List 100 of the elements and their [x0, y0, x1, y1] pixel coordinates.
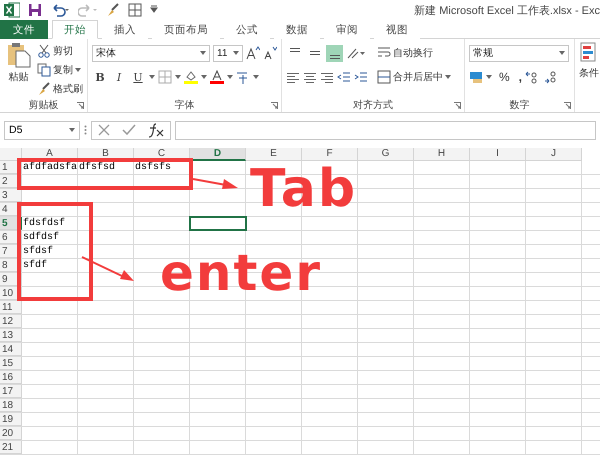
save-icon[interactable]	[28, 3, 42, 17]
table-cell-text: sdfdsf	[22, 231, 60, 244]
excel-logo-icon[interactable]	[4, 2, 20, 18]
bold-button[interactable]: B	[92, 70, 108, 84]
caret-icon	[233, 51, 239, 55]
caret-icon	[559, 51, 565, 55]
ribbon-tab[interactable]: 开始	[52, 20, 98, 39]
italic-button[interactable]: I	[111, 70, 127, 84]
vertical-align-icon	[330, 54, 340, 58]
row-header[interactable]: 17	[0, 385, 22, 398]
caret-icon	[200, 51, 206, 55]
select-all-corner[interactable]	[0, 148, 22, 161]
check-icon[interactable]	[122, 123, 136, 137]
row-header[interactable]: 12	[0, 315, 22, 328]
dialog-launcher-icon[interactable]	[271, 102, 278, 109]
caret-icon	[75, 68, 81, 72]
group-label: 剪贴板	[28, 98, 58, 112]
merge-center-button[interactable]: 合并后居中	[377, 68, 451, 86]
group-label: 字体	[174, 98, 194, 112]
cut-button[interactable]: 剪切	[37, 42, 83, 59]
column-header[interactable]: F	[302, 148, 358, 161]
shrink-font-icon[interactable]	[263, 46, 277, 60]
increase-indent-icon[interactable]	[354, 70, 368, 84]
align-right-icon[interactable]	[320, 70, 334, 84]
font-size-select[interactable]: 11	[213, 44, 243, 62]
file-tab[interactable]: 文件	[0, 20, 48, 39]
caret-icon	[69, 128, 75, 132]
copy-button[interactable]: 复制	[37, 61, 83, 78]
table-cell-text: sfdsf	[22, 245, 54, 258]
caret-icon	[445, 75, 451, 79]
row-header[interactable]: 16	[0, 371, 22, 384]
wrap-text-button[interactable]: 自动换行	[377, 44, 433, 62]
row-header[interactable]: 14	[0, 343, 22, 356]
insert-function-icon[interactable]	[146, 122, 165, 138]
vertical-align-button[interactable]	[326, 44, 343, 62]
currency-format-icon[interactable]	[469, 70, 483, 84]
scissors-icon[interactable]	[37, 44, 51, 58]
caret-icon	[201, 75, 207, 79]
caret-icon	[486, 75, 492, 79]
phonetic-guide-icon[interactable]	[236, 70, 250, 84]
dialog-launcher-icon[interactable]	[564, 102, 571, 109]
align-left-icon[interactable]	[286, 70, 300, 84]
conditional-format-icon[interactable]	[579, 42, 597, 64]
column-header[interactable]: G	[358, 148, 414, 161]
row-header[interactable]: 19	[0, 413, 22, 426]
table-cell: afdfadsfa	[22, 161, 78, 174]
column-header[interactable]: D	[190, 148, 246, 161]
underline-button[interactable]: U	[130, 70, 146, 84]
table-cell-text: dsfsfs	[134, 161, 172, 174]
row-header[interactable]: 21	[0, 441, 22, 454]
table-cell-text: fdsfdsf	[22, 217, 66, 230]
table-cell-text: sfdf	[22, 259, 48, 272]
borders-icon[interactable]	[128, 3, 142, 17]
row-header[interactable]: 18	[0, 399, 22, 412]
vertical-align-icon	[310, 51, 320, 55]
column-header[interactable]: H	[414, 148, 470, 161]
brush-icon[interactable]	[37, 82, 51, 96]
fill-color-icon[interactable]	[184, 70, 198, 84]
percent-button[interactable]: %	[499, 68, 510, 86]
row-header[interactable]: 3	[0, 189, 22, 202]
caret-icon	[175, 75, 181, 79]
handwritten-text: enter	[160, 248, 322, 298]
window-title: 新建 Microsoft Excel 工作表.xlsx - Exc	[414, 4, 600, 18]
caret-icon	[253, 75, 259, 79]
caret-icon	[149, 75, 155, 79]
decrease-indent-icon[interactable]	[337, 70, 351, 84]
arrow	[82, 256, 134, 281]
align-center-icon[interactable]	[303, 70, 317, 84]
column-header[interactable]: J	[526, 148, 582, 161]
name-box[interactable]: D5	[4, 120, 80, 140]
copy-icon[interactable]	[37, 62, 51, 76]
drag-handle-icon[interactable]	[84, 125, 87, 135]
row-header[interactable]: 15	[0, 357, 22, 370]
brush-icon[interactable]	[106, 3, 120, 17]
group-label: 对齐方式	[353, 98, 393, 112]
caret-icon	[227, 75, 233, 79]
number-format-select[interactable]: 常规	[469, 44, 569, 62]
grow-font-icon[interactable]	[246, 46, 260, 60]
font-name-select[interactable]: 宋体	[92, 44, 210, 62]
comma-button[interactable]: ,	[518, 68, 522, 86]
row-header[interactable]: 20	[0, 427, 22, 440]
cancel-icon[interactable]	[97, 123, 112, 137]
format-painter-button[interactable]: 格式刷	[37, 80, 83, 97]
formula-input[interactable]	[175, 120, 596, 140]
row-header[interactable]: 11	[0, 301, 22, 314]
dialog-launcher-icon[interactable]	[454, 102, 461, 109]
handwritten-text: Tab	[250, 163, 358, 215]
font-color-icon[interactable]	[210, 70, 224, 84]
conditional-format-button[interactable]: 条件	[579, 42, 600, 80]
dialog-launcher-icon[interactable]	[77, 102, 84, 109]
vertical-align-icon	[290, 48, 300, 52]
clipboard-icon	[6, 42, 30, 68]
column-header[interactable]: E	[246, 148, 302, 161]
row-header[interactable]: 13	[0, 329, 22, 342]
group-label: 数字	[510, 98, 530, 112]
merge-cells-icon[interactable]	[377, 70, 391, 84]
column-header[interactable]: I	[470, 148, 526, 161]
orientation-icon[interactable]	[346, 46, 366, 60]
arrow	[192, 178, 238, 189]
paste-button[interactable]: 粘贴	[4, 42, 33, 98]
